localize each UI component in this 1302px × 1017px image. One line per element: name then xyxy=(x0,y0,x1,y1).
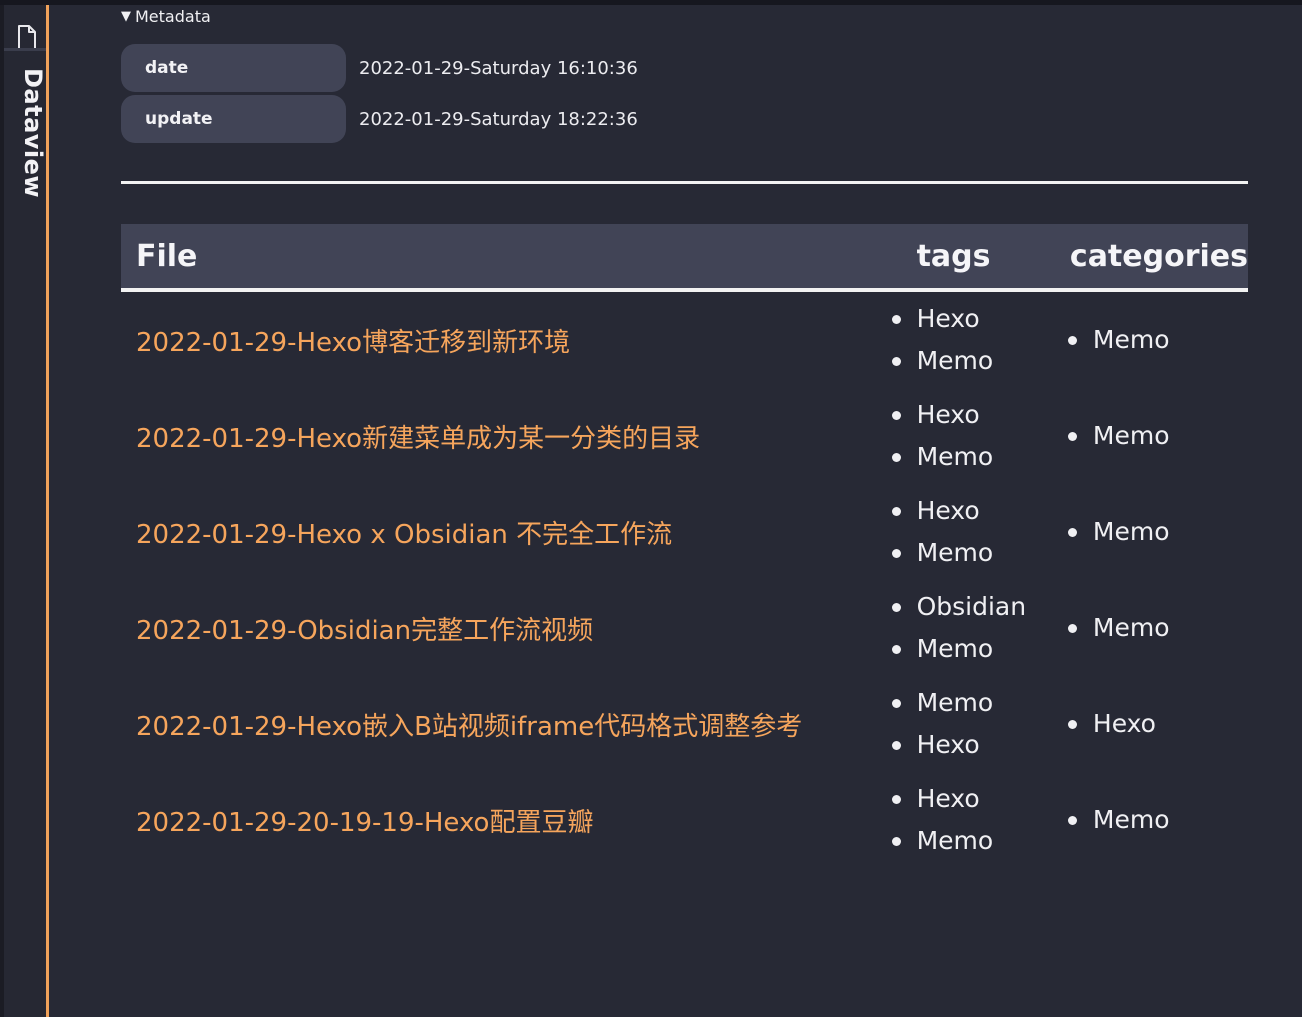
table-row: 2022-01-29-Hexo x Obsidian 不完全工作流 Hexo M… xyxy=(121,484,1248,580)
file-cell: 2022-01-29-20-19-19-Hexo配置豆瓣 xyxy=(121,772,884,868)
tag-item: Memo xyxy=(884,340,1060,382)
category-item: Memo xyxy=(1060,799,1248,841)
categories-cell: Memo xyxy=(1060,772,1248,868)
file-link[interactable]: 2022-01-29-Hexo新建菜单成为某一分类的目录 xyxy=(136,424,700,454)
file-cell: 2022-01-29-Hexo嵌入B站视频iframe代码格式调整参考 xyxy=(121,676,884,772)
file-link[interactable]: 2022-01-29-Hexo嵌入B站视频iframe代码格式调整参考 xyxy=(136,712,802,742)
tags-cell: Memo Hexo xyxy=(884,676,1060,772)
metadata-row-date: date 2022-01-29-Saturday 16:10:36 xyxy=(121,44,638,92)
categories-cell: Memo xyxy=(1060,388,1248,484)
category-item: Memo xyxy=(1060,511,1248,553)
file-cell: 2022-01-29-Hexo x Obsidian 不完全工作流 xyxy=(121,484,884,580)
table-header-row: File tags categories xyxy=(121,224,1248,292)
tag-item: Hexo xyxy=(884,298,1060,340)
tag-item: Hexo xyxy=(884,778,1060,820)
triangle-down-icon[interactable]: ▼ xyxy=(121,9,131,24)
horizontal-rule xyxy=(121,181,1248,184)
categories-cell: Hexo xyxy=(1060,676,1248,772)
tag-item: Memo xyxy=(884,532,1060,574)
table-row: 2022-01-29-Obsidian完整工作流视频 Obsidian Memo… xyxy=(121,580,1248,676)
tag-item: Hexo xyxy=(884,490,1060,532)
column-header-file[interactable]: File xyxy=(121,224,884,292)
tags-cell: Hexo Memo xyxy=(884,290,1060,388)
metadata-key: date xyxy=(121,44,346,92)
category-item: Memo xyxy=(1060,415,1248,457)
category-item: Memo xyxy=(1060,319,1248,361)
table-row: 2022-01-29-Hexo博客迁移到新环境 Hexo Memo Memo xyxy=(121,290,1248,388)
column-header-tags[interactable]: tags xyxy=(883,224,1060,292)
file-link[interactable]: 2022-01-29-Obsidian完整工作流视频 xyxy=(136,616,593,646)
tags-cell: Hexo Memo xyxy=(884,484,1060,580)
table-row: 2022-01-29-Hexo新建菜单成为某一分类的目录 Hexo Memo M… xyxy=(121,388,1248,484)
categories-cell: Memo xyxy=(1060,484,1248,580)
tag-item: Hexo xyxy=(884,724,1060,766)
metadata-key: update xyxy=(121,95,346,143)
dataview-tab-label[interactable]: Dataview xyxy=(19,68,47,198)
tag-item: Memo xyxy=(884,682,1060,724)
categories-cell: Memo xyxy=(1060,290,1248,388)
metadata-toggle[interactable]: ▼ Metadata xyxy=(121,7,211,26)
metadata-value[interactable]: 2022-01-29-Saturday 18:22:36 xyxy=(359,109,638,130)
tag-item: Obsidian xyxy=(884,586,1060,628)
tag-item: Hexo xyxy=(884,394,1060,436)
file-link[interactable]: 2022-01-29-Hexo x Obsidian 不完全工作流 xyxy=(136,520,672,550)
column-header-categories[interactable]: categories xyxy=(1059,224,1248,292)
tag-item: Memo xyxy=(884,820,1060,862)
metadata-toggle-label: Metadata xyxy=(135,7,211,26)
category-item: Memo xyxy=(1060,607,1248,649)
tags-cell: Obsidian Memo xyxy=(884,580,1060,676)
file-cell: 2022-01-29-Obsidian完整工作流视频 xyxy=(121,580,884,676)
tag-item: Memo xyxy=(884,436,1060,478)
category-item: Hexo xyxy=(1060,703,1248,745)
file-cell: 2022-01-29-Hexo博客迁移到新环境 xyxy=(121,290,884,388)
tags-cell: Hexo Memo xyxy=(884,388,1060,484)
categories-cell: Memo xyxy=(1060,580,1248,676)
tag-item: Memo xyxy=(884,628,1060,670)
tags-cell: Hexo Memo xyxy=(884,772,1060,868)
file-link[interactable]: 2022-01-29-Hexo博客迁移到新环境 xyxy=(136,328,570,358)
dataview-table: File tags categories 2022-01-29-Hexo博客迁移… xyxy=(121,224,1248,868)
table-row: 2022-01-29-20-19-19-Hexo配置豆瓣 Hexo Memo M… xyxy=(121,772,1248,868)
metadata-value[interactable]: 2022-01-29-Saturday 16:10:36 xyxy=(359,58,638,79)
file-link[interactable]: 2022-01-29-20-19-19-Hexo配置豆瓣 xyxy=(136,808,593,838)
table-row: 2022-01-29-Hexo嵌入B站视频iframe代码格式调整参考 Memo… xyxy=(121,676,1248,772)
file-cell: 2022-01-29-Hexo新建菜单成为某一分类的目录 xyxy=(121,388,884,484)
metadata-row-update: update 2022-01-29-Saturday 18:22:36 xyxy=(121,95,638,143)
